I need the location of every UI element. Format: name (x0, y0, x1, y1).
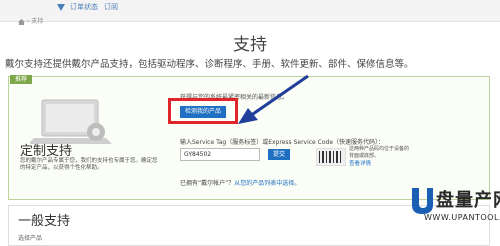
order-status-link[interactable]: 订单状态 (70, 2, 98, 12)
service-tag-hint: 这两种产品码均位于设备的背面或底部。 (349, 146, 410, 159)
account-prefix: 已拥有“戴尔帐户”？ (180, 180, 235, 187)
service-tag-input[interactable] (180, 148, 260, 161)
view-details-link[interactable]: 查看详情 (349, 159, 371, 167)
product-list-link[interactable]: 从您的产品列表中选择。 (234, 180, 300, 187)
general-support-title: 一般支持 (18, 214, 71, 229)
breadcrumb-current[interactable]: 支持 (31, 18, 43, 25)
detect-product-button[interactable]: 检测我的产品 (180, 106, 226, 118)
subscribe-link[interactable]: 订阅 (104, 2, 118, 12)
home-icon[interactable] (18, 18, 25, 25)
submit-button[interactable]: 提交 (268, 149, 290, 160)
top-bar: 订单状态 订阅 (0, 0, 500, 22)
breadcrumb: › 支持 (18, 16, 43, 25)
select-product-label: 选择产品 (18, 235, 43, 242)
page-title: 支持 (233, 35, 267, 55)
dell-logo-icon[interactable] (56, 3, 66, 12)
breadcrumb-separator: › (26, 18, 30, 25)
recommended-badge: 推荐 (10, 75, 32, 84)
custom-support-title: 定制支持 (20, 144, 73, 159)
custom-support-description: 您的戴尔产品专属于您，我们的支持也专属于您。确定您的特定产品，以获得个性化帮助。 (20, 158, 158, 171)
page-intro: 戴尔支持还提供戴尔产品支持，包括驱动程序、诊断程序、手册、软件更新、部件、保修信… (5, 59, 414, 70)
watermark-brand: 盘量产网 (436, 190, 500, 211)
service-tag-label: 输入Service Tag（服务标签）或Express Service Code… (180, 139, 385, 146)
watermark-url: WWW.UPANTOOL.COM (424, 213, 500, 222)
pointer-arrow-icon (238, 74, 309, 124)
account-line: 已拥有“戴尔帐户”？从您的产品列表中选择。 (180, 178, 300, 187)
barcode-icon (316, 148, 346, 166)
watermark-logo-icon (412, 188, 433, 214)
